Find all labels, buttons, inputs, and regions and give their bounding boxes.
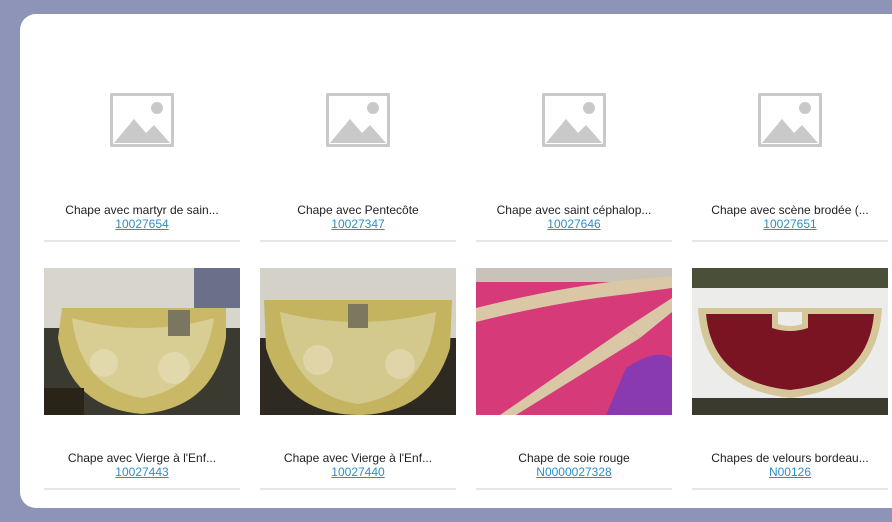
photo-burgundy-velvet[interactable] <box>692 268 888 415</box>
result-reference-link[interactable]: 10027646 <box>547 217 600 231</box>
card-divider <box>476 488 672 490</box>
result-card[interactable]: Chapes de velours bordeau... N00126 <box>692 242 888 490</box>
result-card[interactable]: Chape avec saint céphalop... 10027646 <box>476 14 672 242</box>
result-card[interactable]: Chape avec Vierge à l'Enf... 10027440 <box>260 242 456 490</box>
placeholder-image-icon[interactable] <box>692 50 888 190</box>
result-card[interactable]: Chape avec scène brodée (... 10027651 <box>692 14 888 242</box>
result-title: Chape avec saint céphalop... <box>496 203 652 217</box>
result-reference-link[interactable]: 10027654 <box>115 217 168 231</box>
result-reference-link[interactable]: 10027651 <box>763 217 816 231</box>
result-title: Chape avec Vierge à l'Enf... <box>67 451 217 465</box>
result-title: Chapes de velours bordeau... <box>711 451 869 465</box>
result-title: Chape avec martyr de sain... <box>65 203 219 217</box>
result-card[interactable]: Chape avec Vierge à l'Enf... 10027443 <box>44 242 240 490</box>
result-reference-link[interactable]: N00126 <box>769 465 811 479</box>
result-reference-link[interactable]: 10027347 <box>331 217 384 231</box>
results-grid: Chape avec martyr de sain... 10027654 Ch… <box>44 14 892 490</box>
result-card[interactable]: Chape de soie rouge N0000027328 <box>476 242 672 490</box>
photo-pink-silk[interactable] <box>476 268 672 415</box>
result-reference-link[interactable]: 10027440 <box>331 465 384 479</box>
result-title: Chape de soie rouge <box>518 451 630 465</box>
card-divider <box>692 488 888 490</box>
photo-gold-cope[interactable] <box>260 268 456 415</box>
result-card[interactable]: Chape avec martyr de sain... 10027654 <box>44 14 240 242</box>
placeholder-image-icon[interactable] <box>260 50 456 190</box>
card-divider <box>44 488 240 490</box>
result-reference-link[interactable]: 10027443 <box>115 465 168 479</box>
placeholder-image-icon[interactable] <box>44 50 240 190</box>
placeholder-image-icon[interactable] <box>476 50 672 190</box>
result-title: Chape avec scène brodée (... <box>711 203 869 217</box>
result-title: Chape avec Pentecôte <box>297 203 419 217</box>
result-card[interactable]: Chape avec Pentecôte 10027347 <box>260 14 456 242</box>
card-divider <box>260 488 456 490</box>
results-panel: Chape avec martyr de sain... 10027654 Ch… <box>20 14 892 508</box>
result-title: Chape avec Vierge à l'Enf... <box>283 451 433 465</box>
result-reference-link[interactable]: N0000027328 <box>536 465 611 479</box>
photo-gold-cope[interactable] <box>44 268 240 415</box>
